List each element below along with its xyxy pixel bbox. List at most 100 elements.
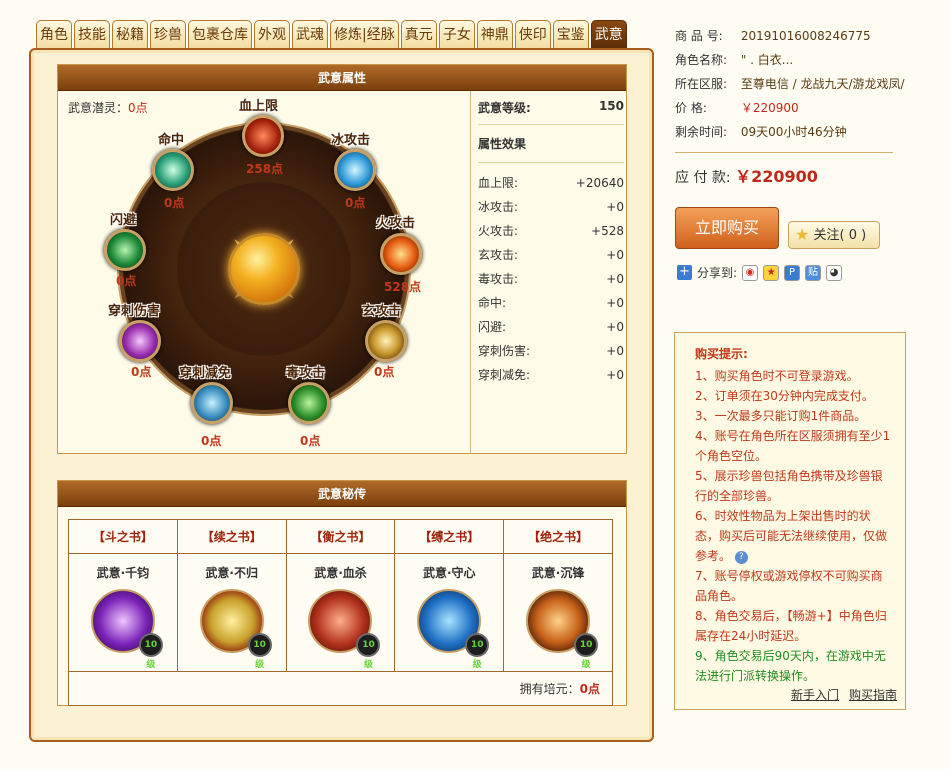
info-row-time: 剩余时间: 09天00小时46分钟 — [675, 120, 905, 144]
effect-row: 穿刺减免: +0 — [478, 363, 624, 387]
effect-value: +0 — [606, 248, 624, 262]
skill-name: 武意·血杀 — [314, 566, 367, 580]
price-label: 价 格: — [675, 101, 707, 115]
skill-icon[interactable]: 10级 — [417, 589, 490, 670]
node-dodge[interactable] — [104, 229, 148, 273]
potential-value: 0点 — [128, 101, 148, 115]
effect-name: 火攻击: — [478, 224, 519, 238]
tab-pets[interactable]: 珍兽 — [150, 20, 186, 49]
tab-skills[interactable]: 技能 — [74, 20, 110, 49]
node-label-hit: 命中 — [158, 133, 185, 148]
main-panel: 武意属性 武意潜灵：0点 血上限 258点 冰攻击 0点 火攻击 528点 玄攻… — [29, 48, 654, 742]
time-label: 剩余时间: — [675, 125, 728, 139]
node-label-hp: 血上限 — [239, 99, 279, 114]
effect-value: +0 — [606, 296, 624, 310]
tip-item: 2、订单须在30分钟内完成支付。 — [695, 389, 874, 403]
plus-icon[interactable]: + — [677, 265, 692, 280]
node-hit[interactable] — [152, 149, 196, 193]
qq-icon[interactable]: ◕ — [826, 264, 843, 281]
tab-appearance[interactable]: 外观 — [254, 20, 290, 49]
effect-name: 穿刺伤害: — [478, 344, 531, 358]
tab-cultivation[interactable]: 修炼|经脉 — [330, 20, 399, 49]
ice-icon — [334, 149, 376, 191]
skill-icon[interactable]: 10级 — [526, 589, 599, 670]
guide-link[interactable]: 购买指南 — [849, 686, 897, 703]
node-hp[interactable] — [242, 115, 286, 159]
attribute-wheel: 武意潜灵：0点 血上限 258点 冰攻击 0点 火攻击 528点 玄攻击 0点 … — [58, 91, 471, 453]
effects-title: 属性效果 — [478, 125, 624, 163]
tab-children[interactable]: 子女 — [438, 20, 475, 49]
node-ice[interactable] — [334, 149, 378, 193]
tips-links: 新手入门 购买指南 — [791, 686, 897, 703]
share-label: 分享到: — [697, 266, 738, 280]
effect-name: 毒攻击: — [478, 272, 519, 286]
fire-icon — [380, 233, 422, 275]
skill-icon[interactable]: 10级 — [199, 589, 272, 670]
node-xuan[interactable] — [365, 320, 409, 364]
newbie-link[interactable]: 新手入门 — [791, 686, 839, 703]
skill-name: 武意·不归 — [205, 566, 258, 580]
skill-level-badge: 10级 — [138, 633, 163, 670]
secret-column: 【绝之书】 武意·沉锋 10级 — [504, 520, 612, 671]
tab-role[interactable]: 角色 — [36, 20, 72, 49]
qzone-icon[interactable]: ★ — [763, 264, 780, 281]
node-pierce-dmg[interactable] — [119, 320, 163, 364]
secrets-table: 【斗之书】 武意·千钧 10级 【续之书】 武意·不归 10级 【衡之书】 武意… — [68, 519, 613, 706]
effect-row: 闪避: +0 — [478, 315, 624, 339]
node-poison[interactable] — [288, 382, 332, 426]
level-label: 武意等级: — [478, 101, 531, 115]
secret-column: 【缚之书】 武意·守心 10级 — [395, 520, 505, 671]
pierce-damage-icon — [119, 320, 161, 362]
tab-baojian[interactable]: 宝鉴 — [552, 20, 589, 49]
blood-icon — [242, 115, 284, 157]
node-fire[interactable] — [380, 233, 424, 277]
skill-level-badge: 10级 — [247, 633, 272, 670]
node-value-ice: 0点 — [345, 196, 366, 210]
node-value-fire: 528点 — [384, 280, 422, 294]
level-row: 武意等级: 150 — [478, 91, 624, 125]
secret-column: 【斗之书】 武意·千钧 10级 — [69, 520, 178, 671]
tieba-icon[interactable]: 贴 — [805, 264, 822, 281]
tab-wuyi[interactable]: 武意 — [590, 20, 627, 49]
skill-icon[interactable]: 10级 — [90, 589, 163, 670]
node-pierce-resist[interactable] — [191, 382, 235, 426]
help-icon[interactable]: ? — [734, 551, 748, 564]
node-label-poison: 毒攻击 — [286, 366, 326, 381]
pengyou-icon[interactable]: P — [784, 264, 801, 281]
secret-column: 【续之书】 武意·不归 10级 — [177, 520, 287, 671]
dodge-icon — [104, 229, 146, 271]
book-title: 【缚之书】 — [395, 520, 504, 554]
node-value-hit: 0点 — [164, 196, 185, 210]
tip-item: 8、角色交易后，【畅游+】中角色归属存在24小时延迟。 — [695, 609, 887, 643]
info-row-server: 所在区服: 至尊电信 / 龙战九天/游龙戏凤/... — [675, 72, 905, 96]
skill-level-badge: 10级 — [356, 633, 381, 670]
follow-button[interactable]: ★ 关注( 0 ) — [788, 221, 880, 249]
effect-name: 玄攻击: — [478, 248, 519, 262]
tip-6-text: 6、时效性物品为上架出售时的状态，购买后可能无法继续使用，仅做参考。 — [695, 509, 888, 563]
xuan-icon — [365, 320, 407, 362]
buy-now-button[interactable]: 立即购买 — [675, 207, 779, 249]
attributes-title: 武意属性 — [58, 65, 626, 91]
poison-icon — [288, 382, 330, 424]
potential-label: 武意潜灵： — [68, 101, 129, 115]
effect-value: +0 — [606, 272, 624, 286]
skill-level-badge: 10级 — [465, 633, 490, 670]
tab-zhenyuan[interactable]: 真元 — [400, 20, 437, 49]
node-value-pierce-dmg: 0点 — [131, 365, 152, 379]
tab-inventory[interactable]: 包裹仓库 — [188, 20, 252, 49]
tips-title: 购买提示: — [695, 347, 748, 361]
skill-icon[interactable]: 10级 — [308, 589, 381, 670]
weibo-icon[interactable]: ◉ — [742, 264, 759, 281]
tab-wuhun[interactable]: 武魂 — [292, 20, 328, 49]
node-label-fire: 火攻击 — [376, 216, 416, 231]
tip-item: 7、账号停权或游戏停权不可购买商品角色。 — [695, 569, 883, 603]
id-value: 20191016008246775 — [740, 29, 871, 43]
effect-row: 穿刺伤害: +0 — [478, 339, 624, 363]
effect-name: 闪避: — [478, 320, 507, 334]
tab-shending[interactable]: 神鼎 — [476, 20, 513, 49]
effect-row: 玄攻击: +0 — [478, 243, 624, 267]
share-bar: + 分享到: ◉ ★ P 贴 ◕ — [677, 264, 843, 281]
tab-secrets[interactable]: 秘籍 — [112, 20, 148, 49]
node-value-hp: 258点 — [246, 162, 284, 176]
tab-xiayin[interactable]: 侠印 — [514, 20, 551, 49]
